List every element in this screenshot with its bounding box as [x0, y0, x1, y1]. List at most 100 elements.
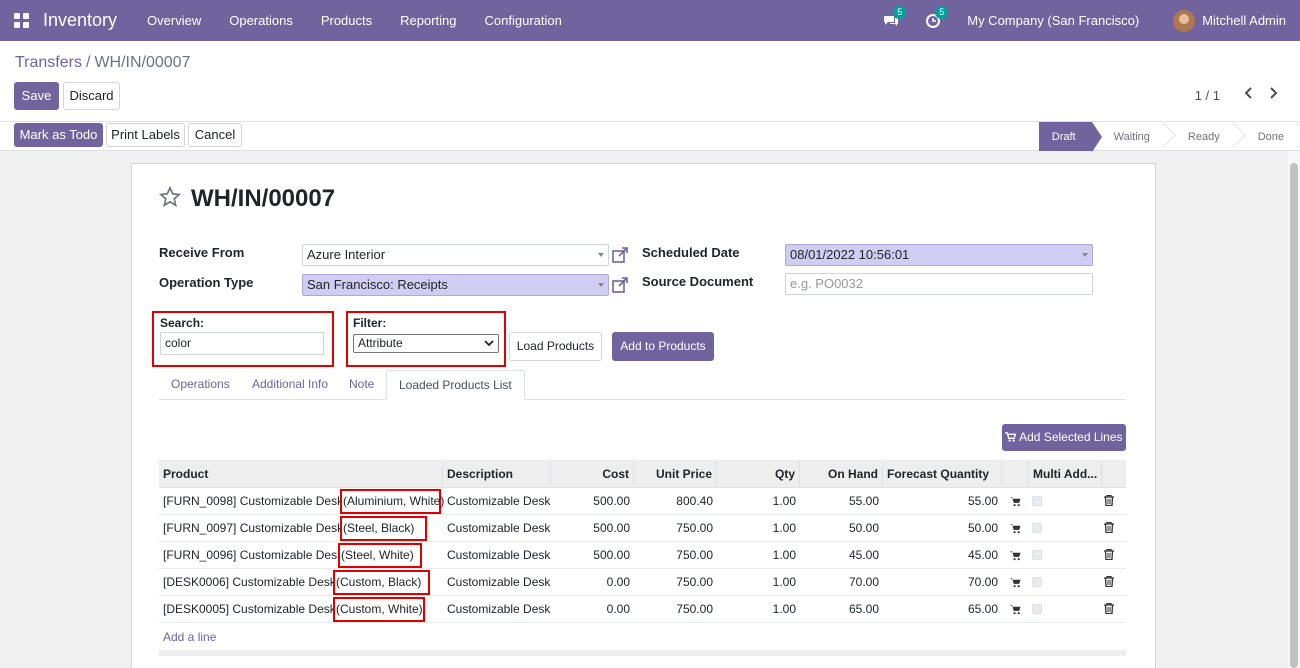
receive-from-field[interactable]: Azure Interior [302, 244, 609, 266]
cancel-button[interactable]: Cancel [188, 123, 242, 147]
cart-icon[interactable] [1010, 550, 1021, 561]
activity-clock-icon[interactable]: 5 [925, 5, 949, 29]
col-unit-price[interactable]: Unit Price [634, 460, 717, 488]
tab-additional-info[interactable]: Additional Info [240, 370, 340, 400]
table-row[interactable]: [FURN_0097] Customizable Desk (Steel, Bl… [159, 515, 1126, 542]
stage-ready[interactable]: Ready [1166, 122, 1236, 152]
tab-note[interactable]: Note [337, 370, 386, 400]
filter-select[interactable]: Attribute [353, 334, 499, 353]
cart-icon[interactable] [1010, 496, 1021, 507]
chevron-right-icon[interactable] [1268, 86, 1278, 104]
cell-product: [DESK0006] Customizable Desk [163, 575, 336, 589]
cart-icon[interactable] [1010, 523, 1021, 534]
menu-overview[interactable]: Overview [133, 0, 215, 41]
menu-reporting[interactable]: Reporting [386, 0, 470, 41]
trash-icon[interactable] [1104, 522, 1114, 533]
tab-operations[interactable]: Operations [159, 370, 242, 400]
cell-product: [FURN_0098] Customizable Desk [163, 494, 344, 508]
col-product[interactable]: Product [159, 460, 443, 488]
operation-type-label: Operation Type [159, 275, 254, 290]
filter-label: Filter: [353, 316, 387, 330]
stage-done[interactable]: Done [1236, 122, 1300, 152]
app-name[interactable]: Inventory [43, 10, 117, 31]
apps-grid-icon[interactable] [14, 12, 30, 29]
cell-qty[interactable]: 1.00 [717, 596, 800, 623]
caret-down-icon[interactable] [1082, 253, 1088, 257]
menu-operations[interactable]: Operations [215, 0, 307, 41]
multi-add-checkbox[interactable] [1032, 496, 1042, 506]
save-button[interactable]: Save [14, 82, 59, 110]
multi-add-checkbox[interactable] [1032, 550, 1042, 560]
stage-waiting[interactable]: Waiting [1092, 122, 1166, 152]
load-products-button[interactable]: Load Products [509, 332, 602, 361]
trash-icon[interactable] [1104, 603, 1114, 614]
cell-cost: 500.00 [593, 521, 630, 535]
pager-value[interactable]: 1 / 1 [1195, 88, 1220, 103]
cart-icon[interactable] [1010, 577, 1021, 588]
menu-configuration[interactable]: Configuration [471, 0, 576, 41]
cell-cost: 0.00 [606, 575, 630, 589]
user-menu[interactable]: Mitchell Admin [1202, 13, 1286, 28]
scrollbar[interactable] [1288, 151, 1300, 668]
chevron-left-icon[interactable] [1244, 86, 1254, 104]
caret-down-icon[interactable] [598, 253, 604, 257]
chat-icon[interactable]: 5 [883, 5, 907, 29]
trash-icon[interactable] [1104, 576, 1114, 587]
variant-annotation: (Steel, White) [338, 543, 422, 568]
cell-product: [FURN_0097] Customizable Desk [163, 521, 344, 535]
multi-add-checkbox[interactable] [1032, 523, 1042, 533]
cart-icon[interactable] [1010, 604, 1021, 615]
col-multi-add[interactable]: Multi Add... [1029, 460, 1102, 488]
variant-annotation: (Steel, Black) [340, 516, 427, 541]
cell-cost: 500.00 [593, 548, 630, 562]
scheduled-date-field[interactable]: 08/01/2022 10:56:01 [785, 244, 1093, 266]
multi-add-checkbox[interactable] [1032, 604, 1042, 614]
menu-products[interactable]: Products [307, 0, 386, 41]
cell-qty[interactable]: 1.00 [717, 542, 800, 569]
operation-type-field[interactable]: San Francisco: Receipts [302, 274, 609, 296]
mark-as-todo-button[interactable]: Mark as Todo [14, 123, 103, 147]
table-row[interactable]: [FURN_0096] Customizable Desk (Steel, Wh… [159, 542, 1126, 569]
trash-icon[interactable] [1104, 549, 1114, 560]
cell-qty[interactable]: 1.00 [717, 488, 800, 515]
discard-button[interactable]: Discard [63, 82, 120, 110]
cell-unit-price: 750.00 [676, 521, 713, 535]
add-to-products-button[interactable]: Add to Products [612, 332, 714, 361]
print-labels-button[interactable]: Print Labels [106, 123, 185, 147]
col-qty[interactable]: Qty [717, 460, 800, 488]
source-document-field[interactable]: e.g. PO0032 [785, 273, 1093, 295]
table-row[interactable]: [FURN_0098] Customizable Desk (Aluminium… [159, 488, 1126, 515]
cell-qty[interactable]: 1.00 [717, 569, 800, 596]
breadcrumb-parent[interactable]: Transfers [15, 54, 82, 71]
tab-loaded-products-list[interactable]: Loaded Products List [386, 370, 525, 400]
cell-qty[interactable]: 1.00 [717, 515, 800, 542]
caret-down-icon[interactable] [598, 283, 604, 287]
scrollbar-thumb[interactable] [1290, 163, 1298, 668]
cell-on-hand: 70.00 [848, 575, 879, 589]
col-on-hand[interactable]: On Hand [800, 460, 883, 488]
cell-product: [FURN_0096] Customizable Desk [163, 548, 344, 562]
table-row[interactable]: [DESK0006] Customizable Desk (Custom, Bl… [159, 569, 1126, 596]
receive-from-label: Receive From [159, 245, 245, 260]
col-cost[interactable]: Cost [551, 460, 634, 488]
search-input[interactable]: color [160, 332, 324, 355]
col-forecast-quantity[interactable]: Forecast Quantity [883, 460, 1002, 488]
cell-forecast: 55.00 [967, 494, 998, 508]
company-switcher[interactable]: My Company (San Francisco) [967, 13, 1139, 28]
add-selected-lines-label: Add Selected Lines [1019, 430, 1123, 444]
add-a-line-link[interactable]: Add a line [163, 630, 216, 644]
star-icon[interactable] [158, 185, 182, 215]
stage-draft[interactable]: Draft [1038, 122, 1102, 152]
col-description[interactable]: Description [443, 460, 551, 488]
avatar[interactable] [1173, 9, 1196, 32]
cell-description: Customizable Desk [447, 575, 551, 589]
add-selected-lines-button[interactable]: Add Selected Lines [1002, 424, 1126, 451]
external-link-icon[interactable] [612, 247, 628, 263]
operation-type-value: San Francisco: Receipts [307, 277, 448, 292]
external-link-icon[interactable] [612, 277, 628, 293]
cell-forecast: 65.00 [967, 602, 998, 616]
multi-add-checkbox[interactable] [1032, 577, 1042, 587]
trash-icon[interactable] [1104, 495, 1114, 506]
table-row[interactable]: [DESK0005] Customizable Desk (Custom, Wh… [159, 596, 1126, 623]
cell-on-hand: 55.00 [848, 494, 879, 508]
